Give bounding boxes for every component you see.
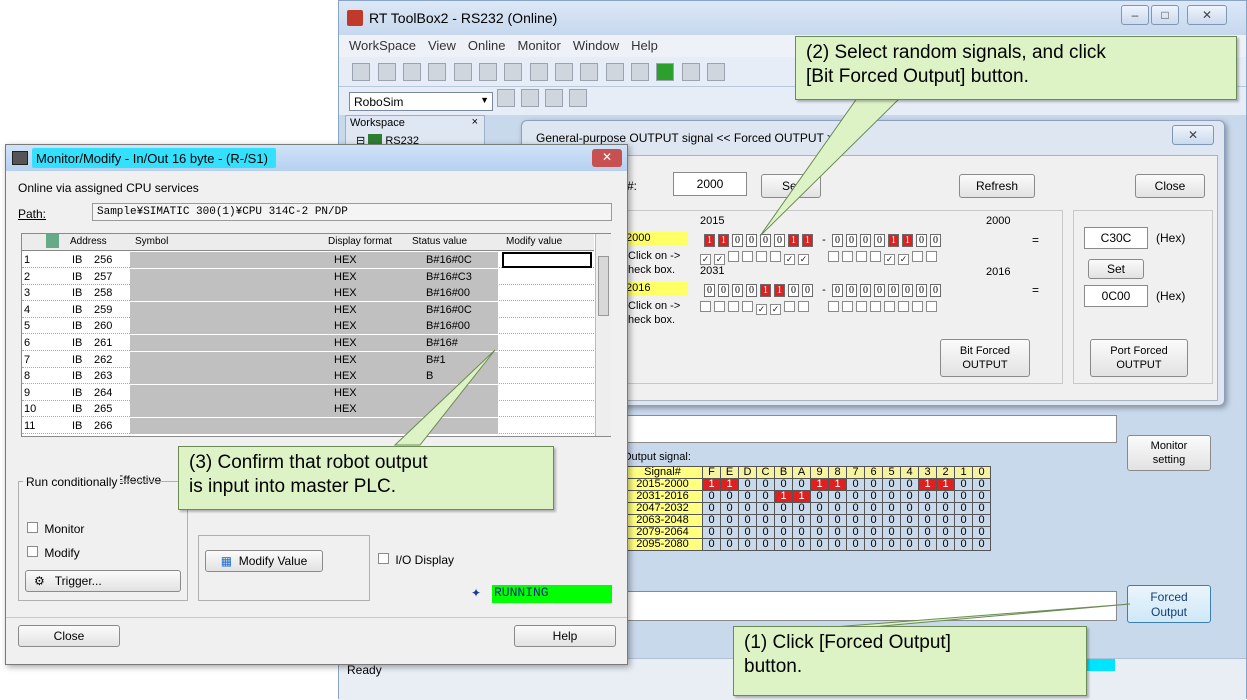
callout-leaders: [393, 93, 1131, 629]
callout-step-2: (2) Select random signals, and click [Bi…: [795, 36, 1237, 100]
callout-step-1: (1) Click [Forced Output] button.: [733, 626, 1087, 696]
callout-step-3: (3) Confirm that robot output is input i…: [178, 446, 554, 510]
